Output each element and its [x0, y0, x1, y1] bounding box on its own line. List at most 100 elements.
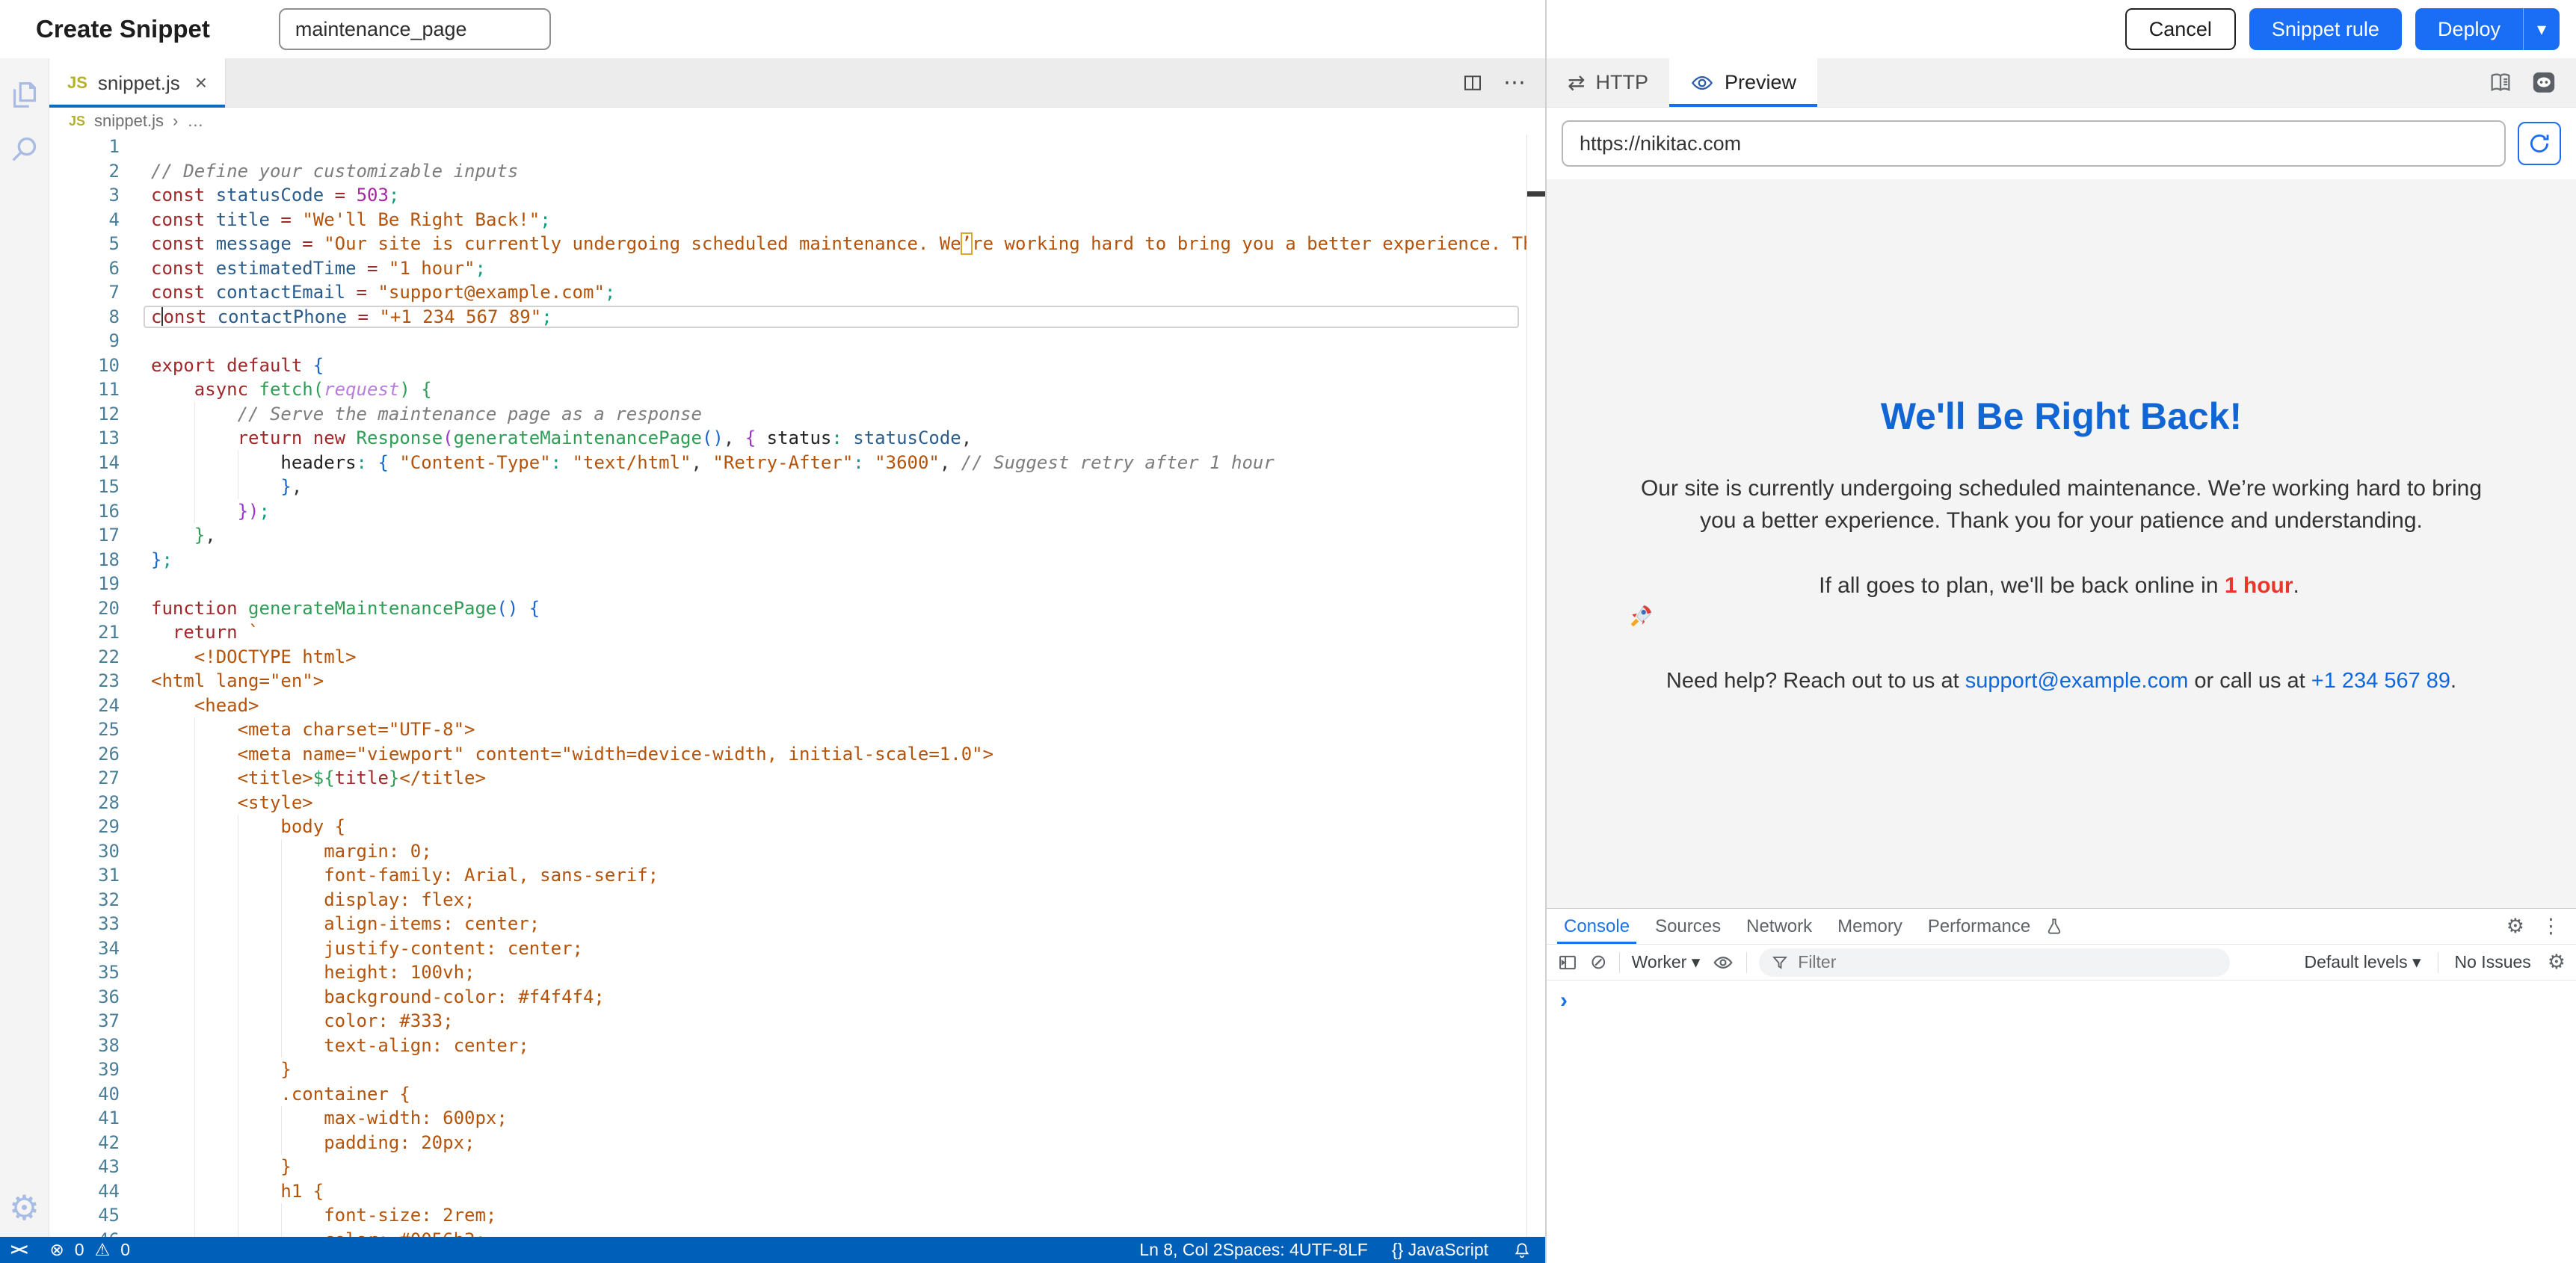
- code-line[interactable]: 7const contactEmail = "support@example.c…: [49, 280, 1526, 305]
- code-line[interactable]: 10export default {: [49, 353, 1526, 378]
- console-body[interactable]: ›: [1547, 981, 2576, 1012]
- code-line[interactable]: 16 });: [49, 499, 1526, 524]
- settings-gear-icon[interactable]: ⚙: [9, 1191, 40, 1225]
- code-line[interactable]: 39 }: [49, 1057, 1526, 1082]
- code-line[interactable]: 38 text-align: center;: [49, 1034, 1526, 1058]
- code-line[interactable]: 30 margin: 0;: [49, 839, 1526, 864]
- code-line[interactable]: 17 },: [49, 523, 1526, 548]
- snippet-name-input[interactable]: [279, 8, 551, 50]
- warnings-count[interactable]: 0: [120, 1240, 130, 1260]
- code-line[interactable]: 11 async fetch(request) {: [49, 377, 1526, 402]
- code-line[interactable]: 33 align-items: center;: [49, 912, 1526, 936]
- errors-count[interactable]: 0: [75, 1240, 84, 1260]
- code-line[interactable]: 23<html lang="en">: [49, 669, 1526, 694]
- code-line[interactable]: 44 h1 {: [49, 1179, 1526, 1204]
- refresh-button[interactable]: [2518, 122, 2561, 165]
- cancel-button[interactable]: Cancel: [2125, 8, 2236, 50]
- code-text: const message = "Our site is currently u…: [139, 232, 1526, 256]
- code-line[interactable]: 5const message = "Our site is currently …: [49, 232, 1526, 256]
- devtools-tab[interactable]: Memory: [1825, 909, 1915, 944]
- split-editor-icon[interactable]: [1461, 72, 1484, 94]
- console-sidebar-toggle-icon[interactable]: [1557, 952, 1578, 973]
- language-indicator[interactable]: {} JavaScript: [1392, 1240, 1488, 1260]
- code-line[interactable]: 8const contactPhone = "+1 234 567 89";: [49, 305, 1526, 330]
- errors-icon[interactable]: ⊗: [50, 1241, 64, 1260]
- code-line[interactable]: 29 body {: [49, 815, 1526, 839]
- remote-indicator-icon[interactable]: ><: [10, 1241, 26, 1259]
- tab-preview[interactable]: Preview: [1669, 58, 1817, 107]
- code-editor[interactable]: 12// Define your customizable inputs3con…: [49, 135, 1526, 1237]
- console-settings-gear-icon[interactable]: ⚙: [2548, 952, 2566, 972]
- code-line[interactable]: 28 <style>: [49, 791, 1526, 815]
- filter-input[interactable]: [1796, 951, 2218, 973]
- code-line[interactable]: 37 color: #333;: [49, 1009, 1526, 1034]
- issues-counter[interactable]: No Issues: [2455, 952, 2531, 972]
- devtools-settings-gear-icon[interactable]: ⚙: [2506, 916, 2524, 936]
- maintenance-eta: If all goes to plan, we'll be back onlin…: [1628, 573, 2495, 629]
- code-line[interactable]: 18};: [49, 548, 1526, 572]
- code-line[interactable]: 6const estimatedTime = "1 hour";: [49, 256, 1526, 281]
- breadcrumb[interactable]: JS snippet.js › …: [49, 108, 1545, 135]
- docs-book-icon[interactable]: [2488, 70, 2513, 96]
- search-icon[interactable]: [7, 132, 42, 166]
- code-line[interactable]: 9: [49, 329, 1526, 353]
- code-line[interactable]: 12 // Serve the maintenance page as a re…: [49, 402, 1526, 427]
- discord-icon[interactable]: [2531, 70, 2557, 96]
- code-line[interactable]: 31 font-family: Arial, sans-serif;: [49, 863, 1526, 888]
- clear-console-icon[interactable]: ⊘: [1590, 952, 1607, 972]
- code-line[interactable]: 3const statusCode = 503;: [49, 183, 1526, 208]
- snippet-rule-button[interactable]: Snippet rule: [2249, 8, 2402, 50]
- code-line[interactable]: 43 }: [49, 1155, 1526, 1179]
- devtools-tab[interactable]: Console: [1551, 909, 1642, 944]
- code-line[interactable]: 2// Define your customizable inputs: [49, 159, 1526, 184]
- code-line[interactable]: 15 },: [49, 475, 1526, 499]
- notifications-bell-icon[interactable]: [1512, 1241, 1532, 1260]
- code-line[interactable]: 45 font-size: 2rem;: [49, 1203, 1526, 1228]
- code-line[interactable]: 34 justify-content: center;: [49, 936, 1526, 961]
- code-line[interactable]: 25 <meta charset="UTF-8">: [49, 717, 1526, 742]
- url-input[interactable]: [1562, 120, 2506, 167]
- console-filter[interactable]: [1759, 948, 2230, 977]
- status-item[interactable]: Ln 8, Col 2: [1139, 1240, 1222, 1259]
- code-line[interactable]: 4const title = "We'll Be Right Back!";: [49, 208, 1526, 232]
- overview-ruler[interactable]: [1526, 135, 1545, 1237]
- tab-http[interactable]: ⇄ HTTP: [1547, 58, 1669, 107]
- editor-tab-snippet-js[interactable]: JS snippet.js ×: [49, 58, 226, 108]
- status-item[interactable]: Spaces: 4: [1223, 1240, 1299, 1259]
- code-line[interactable]: 19: [49, 572, 1526, 596]
- phone-link[interactable]: +1 234 567 89: [2311, 669, 2450, 693]
- warnings-icon[interactable]: ⚠: [95, 1241, 111, 1260]
- more-actions-icon[interactable]: ⋯: [1503, 70, 1526, 96]
- support-email-link[interactable]: support@example.com: [1965, 669, 2189, 693]
- kebab-menu-icon[interactable]: ⋮: [2541, 916, 2561, 936]
- code-line[interactable]: 46 color: #0056b3;: [49, 1228, 1526, 1238]
- code-line[interactable]: 40 .container {: [49, 1082, 1526, 1107]
- devtools-tab[interactable]: Sources: [1642, 909, 1734, 944]
- close-icon[interactable]: ×: [195, 71, 207, 95]
- code-line[interactable]: 1: [49, 135, 1526, 159]
- code-line[interactable]: 41 max-width: 600px;: [49, 1106, 1526, 1131]
- code-line[interactable]: 20function generateMaintenancePage() {: [49, 596, 1526, 621]
- code-line[interactable]: 14 headers: { "Content-Type": "text/html…: [49, 451, 1526, 475]
- code-line[interactable]: 35 height: 100vh;: [49, 960, 1526, 985]
- code-line[interactable]: 27 <title>${title}</title>: [49, 766, 1526, 791]
- files-icon[interactable]: [7, 78, 42, 112]
- context-selector[interactable]: Worker ▾: [1632, 952, 1701, 972]
- code-line[interactable]: 32 display: flex;: [49, 888, 1526, 912]
- devtools-tab[interactable]: Performance: [1915, 909, 2043, 944]
- code-line[interactable]: 36 background-color: #f4f4f4;: [49, 985, 1526, 1010]
- code-line[interactable]: 26 <meta name="viewport" content="width=…: [49, 742, 1526, 767]
- code-line[interactable]: 22 <!DOCTYPE html>: [49, 645, 1526, 670]
- log-levels-dropdown[interactable]: Default levels ▾: [2305, 952, 2421, 972]
- status-item[interactable]: UTF-8: [1299, 1240, 1348, 1259]
- live-expression-eye-icon[interactable]: [1712, 951, 1734, 974]
- deploy-button[interactable]: Deploy: [2415, 8, 2523, 50]
- experiments-flask-icon[interactable]: [2045, 909, 2064, 944]
- devtools-tab[interactable]: Network: [1734, 909, 1825, 944]
- code-line[interactable]: 13 return new Response(generateMaintenan…: [49, 426, 1526, 451]
- code-line[interactable]: 42 padding: 20px;: [49, 1131, 1526, 1155]
- code-line[interactable]: 24 <head>: [49, 694, 1526, 718]
- deploy-dropdown-button[interactable]: ▾: [2523, 8, 2560, 50]
- status-item[interactable]: LF: [1348, 1240, 1368, 1259]
- code-line[interactable]: 21 return `: [49, 620, 1526, 645]
